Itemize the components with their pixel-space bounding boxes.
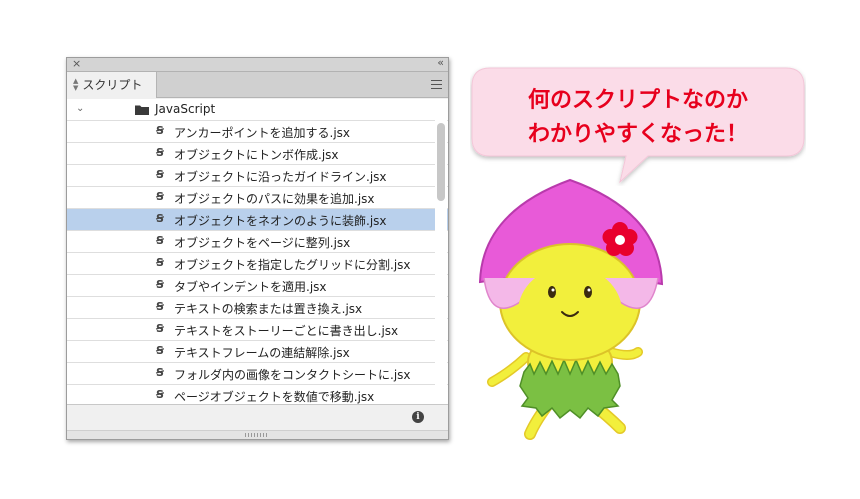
script-row[interactable]: Ꞩ オブジェクトをページに整列.jsx (67, 231, 448, 253)
script-label: オブジェクトに沿ったガイドライン.jsx (174, 170, 387, 184)
info-icon[interactable]: i (412, 411, 424, 423)
script-file-icon: Ꞩ (156, 234, 164, 247)
script-file-icon: Ꞩ (156, 388, 164, 401)
mascot-character (478, 178, 664, 440)
script-list: ⌄ JavaScript Ꞩ アンカーポイントを追加する.jsx Ꞩ オブジェクトにト… (67, 99, 448, 404)
script-label: フォルダ内の画像をコンタクトシートに.jsx (174, 368, 411, 382)
script-file-icon: Ꞩ (156, 212, 164, 225)
script-file-icon: Ꞩ (156, 190, 164, 203)
panel-menu-icon[interactable] (431, 80, 442, 89)
close-icon[interactable]: × (72, 57, 81, 71)
script-row[interactable]: Ꞩ オブジェクトを指定したグリッドに分割.jsx (67, 253, 448, 275)
script-file-icon: Ꞩ (156, 300, 164, 313)
script-label: アンカーポイントを追加する.jsx (174, 126, 351, 140)
script-row[interactable]: Ꞩ テキストをストーリーごとに書き出し.jsx (67, 319, 448, 341)
script-label: ページオブジェクトを数値で移動.jsx (174, 390, 375, 404)
script-file-icon: Ꞩ (156, 344, 164, 357)
script-file-icon: Ꞩ (156, 168, 164, 181)
script-row[interactable]: Ꞩ オブジェクトにトンボ作成.jsx (67, 143, 448, 165)
tab-arrows-icon: ▲ ▼ (73, 77, 79, 92)
script-file-icon: Ꞩ (156, 146, 164, 159)
script-file-icon: Ꞩ (156, 322, 164, 335)
script-row[interactable]: Ꞩ オブジェクトに沿ったガイドライン.jsx (67, 165, 448, 187)
script-row[interactable]: Ꞩ オブジェクトのパスに効果を追加.jsx (67, 187, 448, 209)
scrollbar[interactable] (435, 99, 447, 404)
script-file-icon: Ꞩ (156, 124, 164, 137)
bubble-line-1: 何のスクリプトなのか (527, 88, 748, 113)
chevron-down-icon[interactable]: ⌄ (76, 103, 84, 114)
script-file-icon: Ꞩ (156, 366, 164, 379)
script-label: オブジェクトをページに整列.jsx (174, 236, 351, 250)
panel-titlebar: × ‹‹ (67, 56, 448, 72)
folder-label: JavaScript (155, 102, 216, 116)
grip-dots (245, 433, 267, 437)
resize-grip[interactable] (67, 430, 448, 439)
script-row[interactable]: Ꞩ アンカーポイントを追加する.jsx (67, 121, 448, 143)
scripts-panel: × ‹‹ ▲ ▼ スクリプト ⌄ JavaScript Ꞩ アンカーポイントを追加す… (66, 56, 449, 440)
scroll-thumb[interactable] (437, 123, 445, 201)
script-label: テキストフレームの連結解除.jsx (174, 346, 350, 360)
script-label: テキストをストーリーごとに書き出し.jsx (174, 324, 399, 338)
speech-bubble: 何のスクリプトなのか わかりやすくなった！ (470, 66, 806, 186)
script-row[interactable]: Ꞩ オブジェクトをネオンのように装飾.jsx (67, 209, 448, 231)
folder-row-javascript[interactable]: ⌄ JavaScript (67, 99, 448, 121)
bubble-text: 何のスクリプトなのか わかりやすくなった！ (470, 84, 806, 152)
script-label: テキストの検索または置き換え.jsx (174, 302, 363, 316)
script-row[interactable]: Ꞩ テキストの検索または置き換え.jsx (67, 297, 448, 319)
script-label: オブジェクトにトンボ作成.jsx (174, 148, 339, 162)
script-label: タブやインデントを適用.jsx (174, 280, 327, 294)
script-row[interactable]: Ꞩ フォルダ内の画像をコンタクトシートに.jsx (67, 363, 448, 385)
script-label: オブジェクトを指定したグリッドに分割.jsx (174, 258, 411, 272)
script-file-icon: Ꞩ (156, 256, 164, 269)
script-label: オブジェクトのパスに効果を追加.jsx (174, 192, 375, 206)
folder-icon (135, 105, 149, 115)
panel-tabbar: ▲ ▼ スクリプト (67, 72, 448, 98)
script-label: オブジェクトをネオンのように装飾.jsx (174, 214, 387, 228)
script-row[interactable]: Ꞩ ページオブジェクトを数値で移動.jsx (67, 385, 448, 404)
script-row[interactable]: Ꞩ テキストフレームの連結解除.jsx (67, 341, 448, 363)
collapse-icon[interactable]: ‹‹ (437, 56, 444, 70)
bubble-line-2: わかりやすくなった！ (527, 122, 748, 147)
tab-label: スクリプト (82, 78, 143, 92)
script-file-icon: Ꞩ (156, 278, 164, 291)
script-row[interactable]: Ꞩ タブやインデントを適用.jsx (67, 275, 448, 297)
panel-footer: i (67, 404, 448, 430)
tab-scripts[interactable]: ▲ ▼ スクリプト (67, 72, 157, 98)
